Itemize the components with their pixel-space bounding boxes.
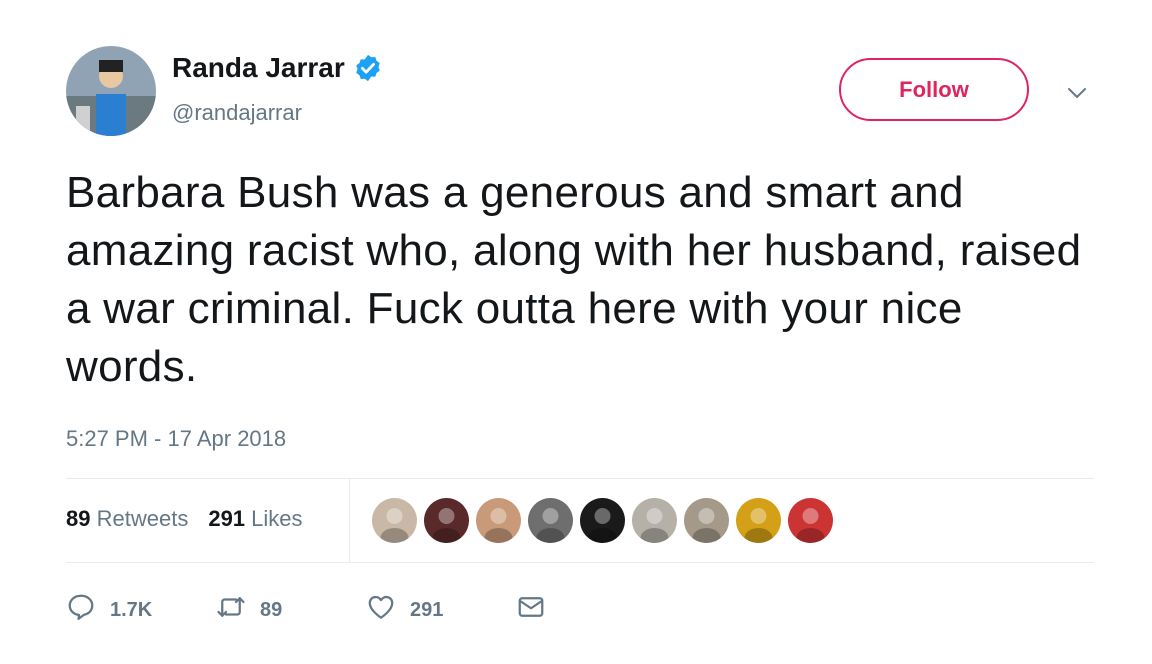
- likes-stat[interactable]: 291 Likes: [208, 506, 302, 532]
- display-name[interactable]: Randa Jarrar: [172, 52, 383, 84]
- retweets-count: 89: [66, 506, 91, 531]
- liker-avatar-7[interactable]: [684, 498, 729, 543]
- retweets-stat[interactable]: 89 Retweets: [66, 506, 188, 532]
- user-handle[interactable]: @randajarrar: [172, 100, 302, 126]
- liker-avatar-1[interactable]: [372, 498, 417, 543]
- envelope-icon: [516, 592, 546, 628]
- tweet-timestamp[interactable]: 5:27 PM - 17 Apr 2018: [66, 426, 286, 452]
- tweet-actions: 1.7K 89 291: [66, 592, 546, 628]
- tweet-text: Barbara Bush was a generous and smart an…: [66, 168, 1082, 391]
- like-button[interactable]: 291: [366, 592, 516, 628]
- follow-button[interactable]: Follow: [839, 58, 1029, 121]
- retweet-count: 89: [260, 598, 283, 621]
- divider: [66, 478, 1094, 479]
- liker-avatars: [372, 498, 833, 543]
- profile-avatar[interactable]: [66, 46, 156, 136]
- liker-avatar-9[interactable]: [788, 498, 833, 543]
- liker-avatar-8[interactable]: [736, 498, 781, 543]
- reply-count: 1.7K: [110, 598, 153, 621]
- retweet-icon: [216, 592, 246, 628]
- liker-avatar-6[interactable]: [632, 498, 677, 543]
- heart-icon: [366, 592, 396, 628]
- stats-divider: [349, 478, 350, 562]
- likes-label: Likes: [251, 506, 303, 531]
- liker-avatar-2[interactable]: [424, 498, 469, 543]
- retweets-label: Retweets: [96, 506, 189, 531]
- likes-count: 291: [208, 506, 246, 531]
- like-count: 291: [410, 598, 444, 621]
- chevron-down-icon[interactable]: [1066, 82, 1088, 104]
- tweet-stats: 89 Retweets 291 Likes: [66, 506, 303, 532]
- liker-avatar-3[interactable]: [476, 498, 521, 543]
- retweet-button[interactable]: 89: [216, 592, 366, 628]
- display-name-text[interactable]: Randa Jarrar: [172, 52, 345, 84]
- reply-icon: [66, 592, 96, 628]
- reply-button[interactable]: 1.7K: [66, 592, 216, 628]
- divider: [66, 562, 1094, 563]
- liker-avatar-5[interactable]: [580, 498, 625, 543]
- verified-badge-icon: [353, 53, 383, 83]
- liker-avatar-4[interactable]: [528, 498, 573, 543]
- direct-message-button[interactable]: [516, 592, 546, 628]
